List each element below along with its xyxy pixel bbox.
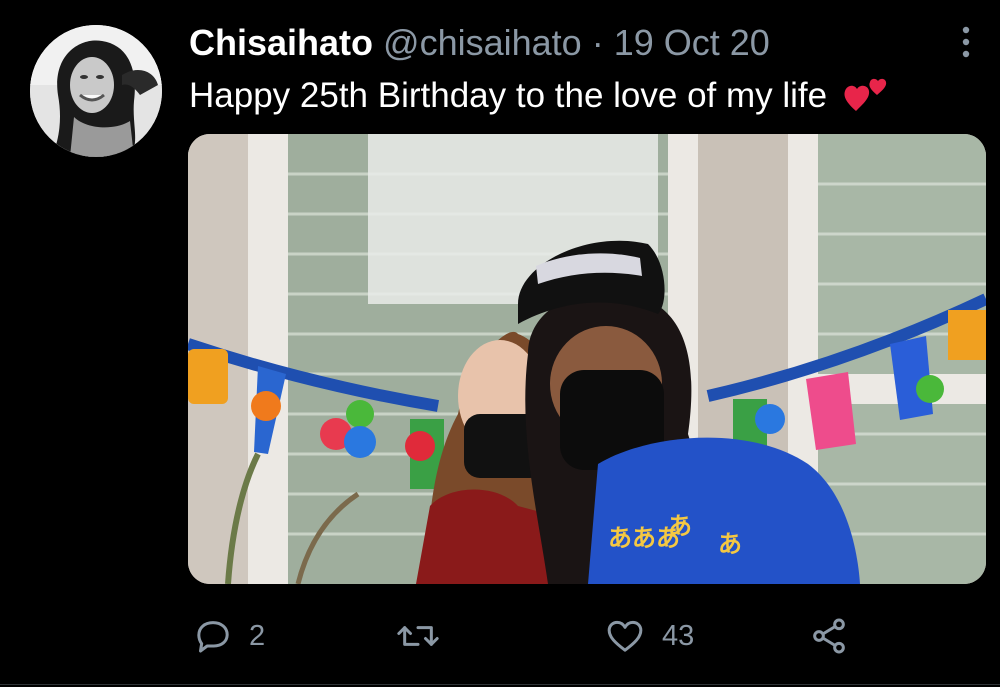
- tweet-text: Happy 25th Birthday to the love of my li…: [189, 76, 828, 115]
- svg-text:あ: あ: [718, 530, 742, 558]
- share-icon: [813, 618, 845, 654]
- svg-text:あ: あ: [668, 512, 692, 540]
- reply-icon: [197, 621, 229, 653]
- user-handle[interactable]: @chisaihato: [383, 22, 582, 63]
- avatar[interactable]: [30, 25, 162, 157]
- tweet-text-row: Happy 25th Birthday to the love of my li…: [189, 75, 889, 125]
- birthday-photo-icon: あああ あ あ: [188, 134, 986, 584]
- tweet-header: Chisaihato @chisaihato · 19 Oct 20: [189, 22, 770, 64]
- share-button[interactable]: [808, 608, 850, 664]
- tweet-date[interactable]: 19 Oct 20: [614, 22, 770, 63]
- like-count: 43: [662, 619, 695, 652]
- retweet-icon: [397, 626, 439, 646]
- reply-count: 2: [249, 619, 266, 652]
- retweet-button[interactable]: [396, 608, 456, 664]
- reply-button[interactable]: 2: [193, 608, 265, 664]
- separator-dot: ·: [591, 22, 604, 63]
- tweet: Chisaihato @chisaihato · 19 Oct 20 Happy…: [0, 0, 1000, 687]
- display-name[interactable]: Chisaihato: [189, 22, 373, 63]
- tweet-actions: 2 43: [0, 608, 1000, 664]
- two-hearts-emoji-icon: [843, 75, 889, 125]
- heart-icon: [607, 620, 643, 652]
- tweet-photo[interactable]: あああ あ あ: [188, 134, 986, 584]
- divider: [0, 684, 1000, 685]
- more-vertical-icon[interactable]: [955, 24, 977, 60]
- profile-photo-icon: [30, 25, 162, 157]
- like-button[interactable]: 43: [604, 608, 694, 664]
